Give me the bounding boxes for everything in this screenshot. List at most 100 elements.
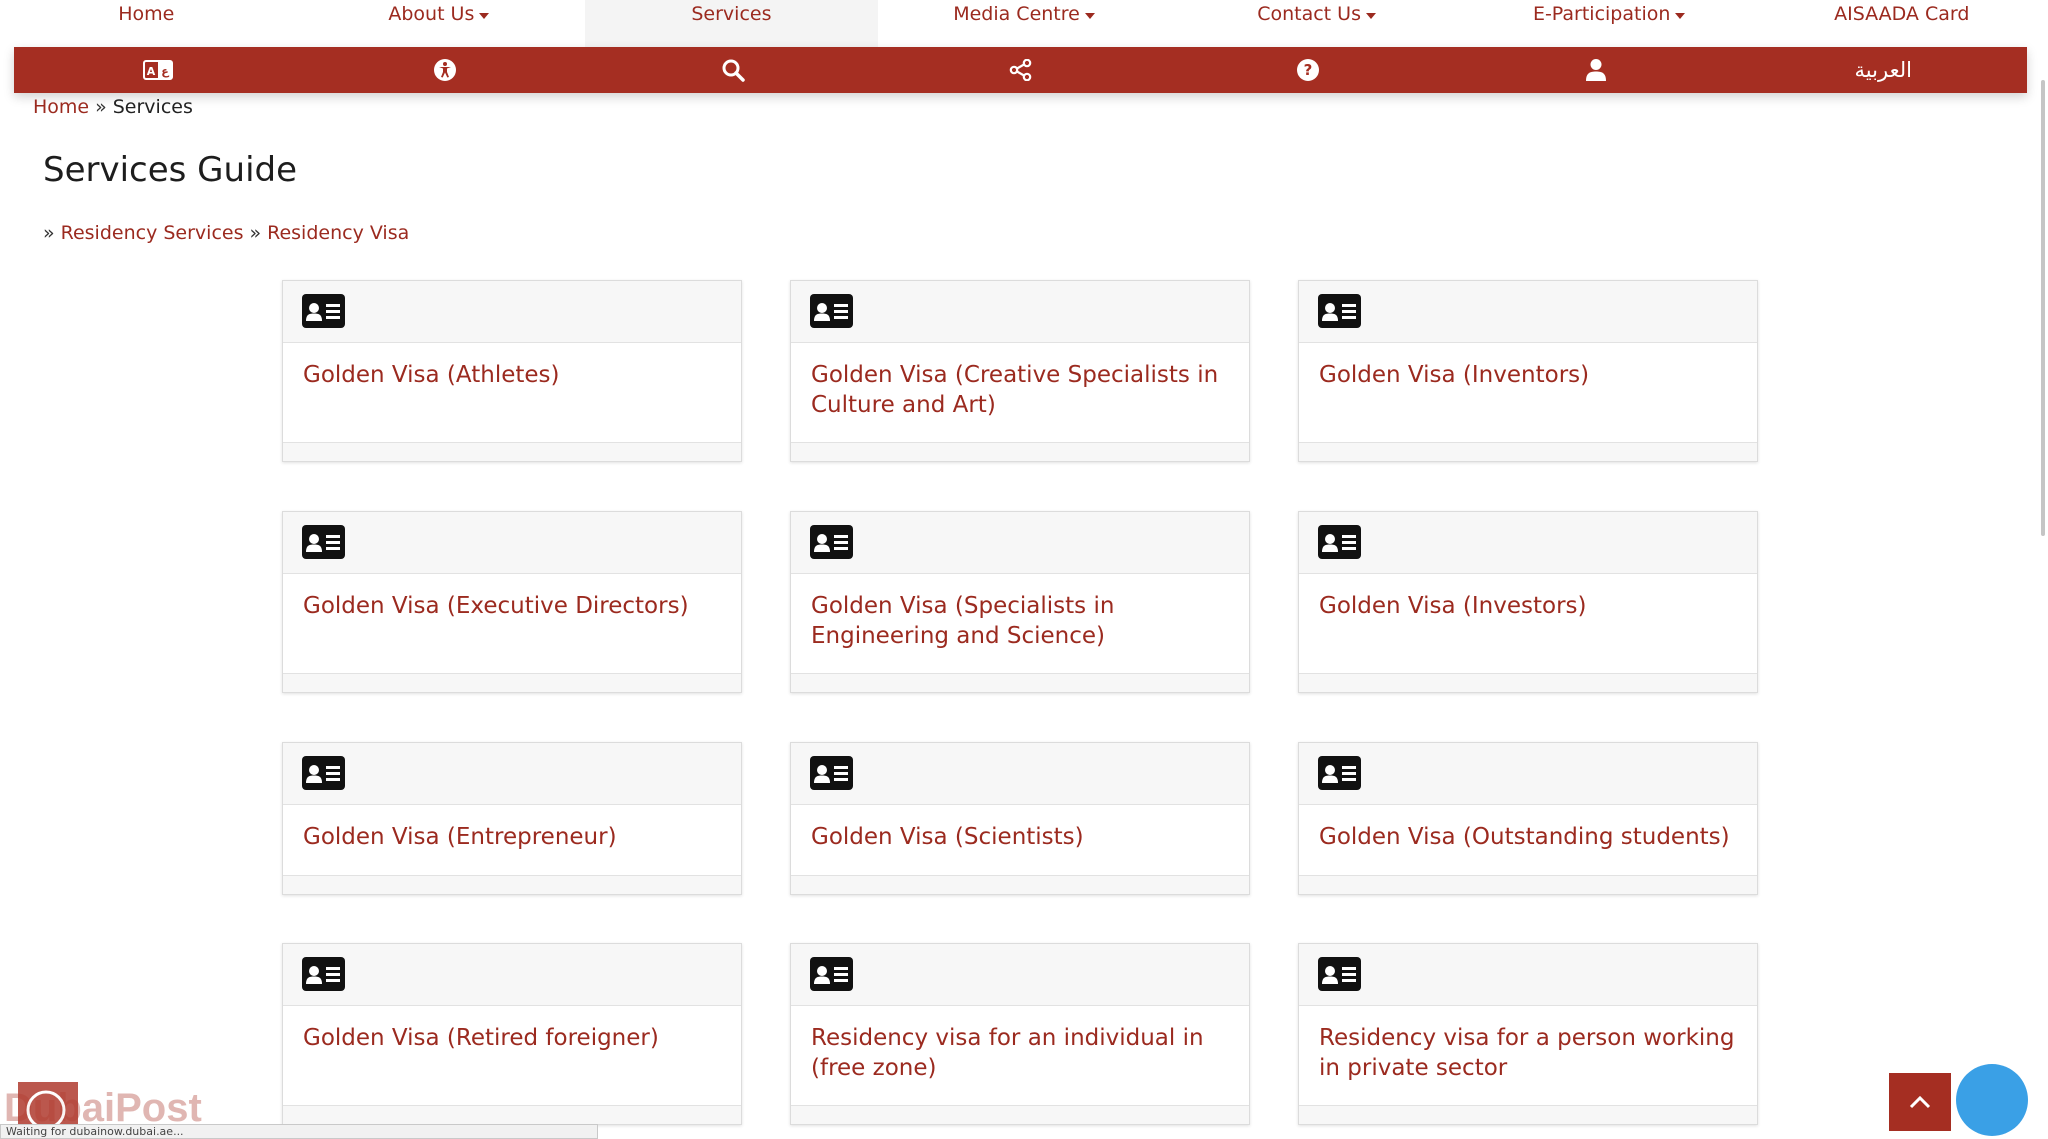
sub-breadcrumb: » Residency Services» Residency Visa	[43, 222, 409, 244]
id-card-icon	[1318, 294, 1361, 328]
language-switch[interactable]: العربية	[1739, 47, 2027, 93]
card-header	[283, 743, 741, 805]
id-card-icon	[810, 525, 853, 559]
nav-aisaada-card[interactable]: AISAADA Card	[1755, 0, 2048, 47]
nav-media-centre-label: Media Centre	[953, 3, 1080, 25]
card-footer	[791, 1105, 1249, 1124]
card-header	[1299, 743, 1757, 805]
nav-e-participation[interactable]: E-Participation	[1463, 0, 1756, 47]
card-header	[283, 944, 741, 1006]
card-title: Golden Visa (Scientists)	[811, 824, 1084, 850]
card-title: Golden Visa (Specialists in Engineering …	[811, 593, 1115, 649]
page-scrollbar[interactable]	[2041, 80, 2045, 536]
breadcrumb-home-link[interactable]: Home	[33, 96, 89, 118]
share-icon	[1009, 59, 1031, 81]
id-card-icon	[1318, 525, 1361, 559]
caret-down-icon	[479, 13, 490, 19]
caret-down-icon	[1365, 13, 1376, 19]
card-footer	[1299, 875, 1757, 894]
service-card[interactable]: Residency visa for a person working in p…	[1298, 943, 1758, 1125]
card-title: Residency visa for an individual in (fre…	[811, 1025, 1204, 1081]
svg-text:?: ?	[1304, 61, 1313, 79]
id-card-icon	[810, 756, 853, 790]
service-card[interactable]: Residency visa for an individual in (fre…	[790, 943, 1250, 1125]
card-footer	[283, 442, 741, 461]
card-title: Residency visa for a person working in p…	[1319, 1025, 1735, 1081]
card-title: Golden Visa (Inventors)	[1319, 362, 1590, 388]
accessibility-icon	[434, 59, 457, 81]
service-card[interactable]: Golden Visa (Scientists)	[790, 742, 1250, 895]
nav-services[interactable]: Services	[585, 0, 878, 47]
service-card[interactable]: Golden Visa (Executive Directors)	[282, 511, 742, 693]
top-navigation: Home About Us Services Media Centre Cont…	[0, 0, 2048, 47]
accessibility-button[interactable]	[302, 47, 590, 93]
card-footer	[1299, 442, 1757, 461]
card-title: Golden Visa (Executive Directors)	[303, 593, 689, 619]
card-footer	[791, 442, 1249, 461]
nav-home[interactable]: Home	[0, 0, 293, 47]
svg-text:A: A	[147, 65, 156, 78]
breadcrumb-separator: »	[95, 96, 107, 118]
card-header	[791, 512, 1249, 574]
svg-text:ع: ع	[161, 65, 169, 78]
card-title: Golden Visa (Outstanding students)	[1319, 824, 1730, 850]
service-card[interactable]: Golden Visa (Athletes)	[282, 280, 742, 462]
card-header	[791, 281, 1249, 343]
card-header	[791, 944, 1249, 1006]
id-card-icon	[302, 294, 345, 328]
service-card[interactable]: Golden Visa (Entrepreneur)	[282, 742, 742, 895]
card-title: Golden Visa (Entrepreneur)	[303, 824, 617, 850]
id-card-icon	[1318, 756, 1361, 790]
id-card-icon	[302, 756, 345, 790]
service-card[interactable]: Golden Visa (Inventors)	[1298, 280, 1758, 462]
residency-services-link[interactable]: Residency Services	[61, 222, 244, 244]
nav-e-participation-label: E-Participation	[1532, 3, 1671, 25]
nav-about-us-label: About Us	[388, 3, 475, 25]
translate-icon: A ع	[142, 60, 173, 80]
card-footer	[1299, 1105, 1757, 1124]
residency-visa-link[interactable]: Residency Visa	[267, 222, 409, 244]
caret-down-icon	[1084, 13, 1095, 19]
card-header	[1299, 944, 1757, 1006]
user-icon	[1585, 59, 1606, 81]
card-title: Golden Visa (Retired foreigner)	[303, 1025, 659, 1051]
id-card-icon	[810, 294, 853, 328]
card-title: Golden Visa (Creative Specialists in Cul…	[811, 362, 1219, 418]
id-card-icon	[810, 957, 853, 991]
search-button[interactable]	[589, 47, 877, 93]
id-card-icon	[302, 525, 345, 559]
sub-breadcrumb-separator: »	[43, 222, 55, 244]
nav-contact-us-label: Contact Us	[1257, 3, 1361, 25]
share-button[interactable]	[877, 47, 1165, 93]
card-footer	[283, 875, 741, 894]
chevron-up-icon	[1909, 1095, 1931, 1109]
chat-widget-button[interactable]	[1956, 1064, 2028, 1136]
nav-about-us[interactable]: About Us	[293, 0, 586, 47]
breadcrumb: Home » Services	[33, 96, 193, 118]
scroll-to-top-button[interactable]	[1889, 1073, 1951, 1131]
id-card-icon	[302, 957, 345, 991]
id-card-icon	[1318, 957, 1361, 991]
breadcrumb-current: Services	[112, 96, 193, 118]
card-footer	[1299, 673, 1757, 692]
nav-home-label: Home	[118, 3, 175, 25]
card-header	[283, 281, 741, 343]
nav-media-centre[interactable]: Media Centre	[878, 0, 1171, 47]
service-card[interactable]: Golden Visa (Specialists in Engineering …	[790, 511, 1250, 693]
help-button[interactable]: ?	[1164, 47, 1452, 93]
translate-button[interactable]: A ع	[14, 47, 302, 93]
card-header	[1299, 512, 1757, 574]
card-header	[791, 743, 1249, 805]
service-card[interactable]: Golden Visa (Outstanding students)	[1298, 742, 1758, 895]
tool-bar: A ع ? العربية	[14, 47, 2027, 93]
card-footer	[791, 673, 1249, 692]
nav-contact-us[interactable]: Contact Us	[1170, 0, 1463, 47]
page-title: Services Guide	[43, 150, 298, 190]
service-card[interactable]: Golden Visa (Investors)	[1298, 511, 1758, 693]
browser-status-bar: Waiting for dubainow.dubai.ae...	[0, 1124, 598, 1139]
caret-down-icon	[1675, 13, 1686, 19]
sub-breadcrumb-separator: »	[249, 222, 262, 244]
service-card[interactable]: Golden Visa (Creative Specialists in Cul…	[790, 280, 1250, 462]
nav-aisaada-card-label: AISAADA Card	[1834, 3, 1970, 25]
user-button[interactable]	[1452, 47, 1740, 93]
